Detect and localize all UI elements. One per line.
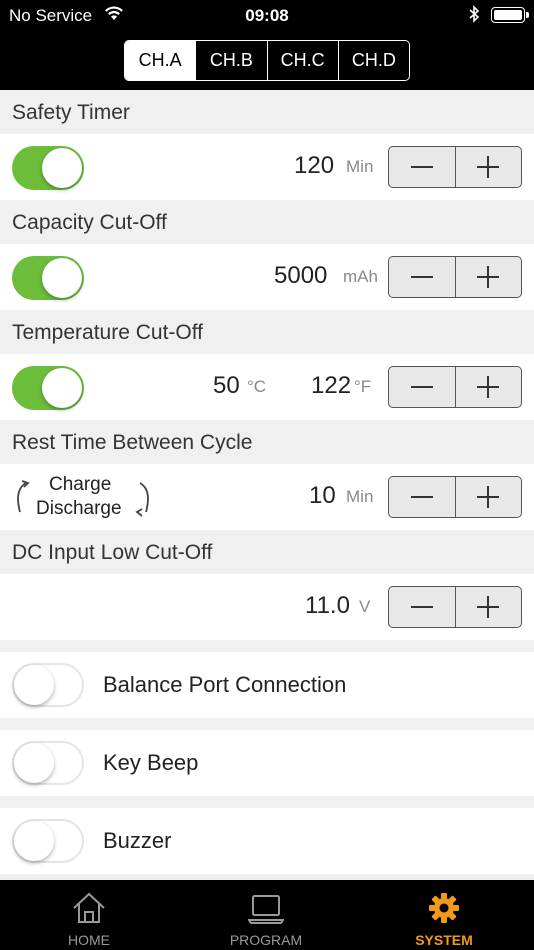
- bluetooth-icon: [468, 5, 480, 28]
- capacity-cutoff-value: 5000: [274, 262, 328, 289]
- rest-time-row: Charge Discharge 10 Min: [0, 464, 534, 530]
- tab-system-label: SYSTEM: [415, 932, 473, 948]
- dc-input-stepper: [388, 586, 522, 628]
- cycle-arrows-icon: [135, 482, 149, 517]
- top-bar: No Service 09:08 CH.A CH.B CH.C CH.D: [0, 0, 534, 90]
- channel-tab-c[interactable]: CH.C: [268, 41, 339, 80]
- increment-button[interactable]: [456, 257, 522, 297]
- balance-port-label: Balance Port Connection: [103, 672, 347, 697]
- minus-icon: [410, 496, 433, 498]
- key-beep-label: Key Beep: [103, 750, 199, 775]
- increment-button[interactable]: [456, 477, 522, 517]
- decrement-button[interactable]: [389, 477, 456, 517]
- decrement-button[interactable]: [389, 147, 456, 187]
- capacity-cutoff-toggle[interactable]: [12, 256, 84, 300]
- tab-home-label: HOME: [68, 932, 110, 948]
- capacity-cutoff-row: 5000 mAh: [0, 244, 534, 310]
- settings-list: Safety Timer 120 Min Capacity Cut-Off 50…: [0, 90, 534, 880]
- bottom-tab-bar: HOME PROGRAM SYSTEM: [0, 880, 534, 950]
- buzzer-label: Buzzer: [103, 828, 172, 853]
- safety-timer-row: 120 Min: [0, 134, 534, 200]
- channel-tab-b[interactable]: CH.B: [196, 41, 268, 80]
- laptop-icon: [248, 895, 284, 924]
- safety-timer-unit: Min: [346, 157, 374, 176]
- status-bar: No Service 09:08: [0, 0, 534, 32]
- tab-program[interactable]: PROGRAM: [196, 880, 336, 950]
- gear-icon: [429, 893, 459, 923]
- minus-icon: [410, 386, 433, 388]
- safety-timer-title: Safety Timer: [0, 90, 534, 134]
- decrement-button[interactable]: [389, 587, 456, 627]
- temperature-cutoff-row: 50 °C 122 °F: [0, 354, 534, 420]
- channel-tab-a[interactable]: CH.A: [125, 41, 197, 80]
- capacity-cutoff-title: Capacity Cut-Off: [0, 200, 534, 244]
- tab-system[interactable]: SYSTEM: [374, 880, 514, 950]
- minus-icon: [410, 276, 433, 278]
- minus-icon: [410, 166, 433, 168]
- cycle-arrows-icon: [17, 480, 30, 513]
- discharge-label: Discharge: [36, 498, 122, 519]
- tab-program-label: PROGRAM: [229, 932, 303, 948]
- rest-time-title: Rest Time Between Cycle: [0, 420, 534, 464]
- dc-input-row: 11.0 V: [0, 574, 534, 640]
- clock: 09:08: [245, 6, 289, 25]
- balance-port-toggle[interactable]: [12, 663, 84, 707]
- buzzer-row: Buzzer: [0, 808, 534, 874]
- battery-icon: [491, 7, 529, 23]
- charge-discharge-cycle: Charge Discharge: [12, 472, 157, 524]
- buzzer-toggle[interactable]: [12, 819, 84, 863]
- balance-port-row: Balance Port Connection: [0, 652, 534, 718]
- celsius-unit: °C: [247, 377, 267, 396]
- increment-button[interactable]: [456, 587, 522, 627]
- charge-label: Charge: [49, 474, 112, 495]
- key-beep-toggle[interactable]: [12, 741, 84, 785]
- key-beep-row: Key Beep: [0, 730, 534, 796]
- capacity-cutoff-unit: mAh: [343, 267, 378, 286]
- dc-input-unit: V: [359, 597, 371, 616]
- fahrenheit-unit: °F: [354, 377, 372, 396]
- minus-icon: [410, 606, 433, 608]
- channel-selector: CH.A CH.B CH.C CH.D: [124, 40, 410, 81]
- capacity-cutoff-stepper: [388, 256, 522, 298]
- dc-input-title: DC Input Low Cut-Off: [0, 530, 534, 574]
- decrement-button[interactable]: [389, 367, 456, 407]
- home-icon: [73, 892, 105, 923]
- decrement-button[interactable]: [389, 257, 456, 297]
- temperature-cutoff-title: Temperature Cut-Off: [0, 310, 534, 354]
- increment-button[interactable]: [456, 367, 522, 407]
- channel-tab-d[interactable]: CH.D: [339, 41, 409, 80]
- safety-timer-stepper: [388, 146, 522, 188]
- safety-timer-value: 120: [294, 152, 335, 179]
- rest-time-unit: Min: [346, 487, 374, 506]
- temperature-cutoff-toggle[interactable]: [12, 366, 84, 410]
- dc-input-value: 11.0: [305, 592, 350, 619]
- safety-timer-toggle[interactable]: [12, 146, 84, 190]
- rest-time-value: 10: [309, 482, 336, 509]
- temperature-cutoff-stepper: [388, 366, 522, 408]
- fahrenheit-value: 122: [311, 372, 352, 399]
- tab-home[interactable]: HOME: [19, 880, 159, 950]
- celsius-value: 50: [213, 372, 240, 399]
- rest-time-stepper: [388, 476, 522, 518]
- increment-button[interactable]: [456, 147, 522, 187]
